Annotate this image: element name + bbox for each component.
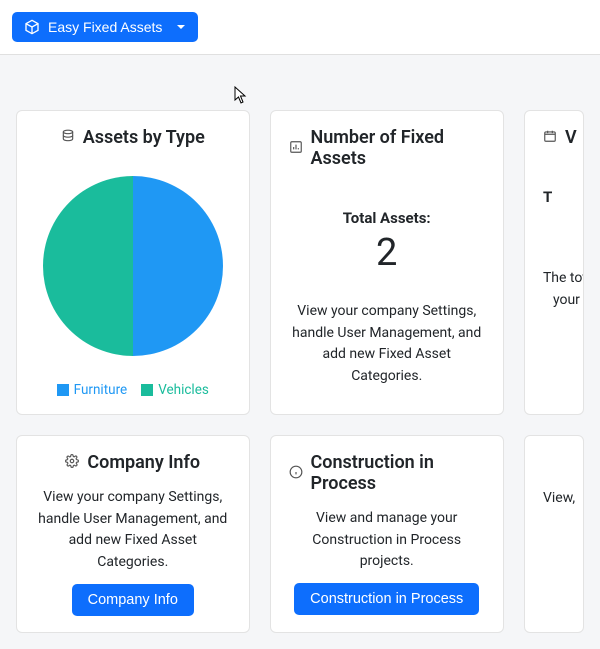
card-header: Assets by Type (35, 127, 231, 148)
brand-label: Easy Fixed Assets (48, 19, 162, 35)
total-assets-label: Total Assets: (343, 209, 431, 227)
card-title: V (565, 127, 577, 148)
gear-icon (65, 453, 79, 472)
database-icon (61, 128, 75, 147)
card-title: Construction in Process (311, 452, 485, 494)
card-description-fragment: The tota your (543, 268, 584, 311)
card-header: Construction in Process (289, 452, 485, 494)
legend-item-furniture[interactable]: Furniture (57, 382, 128, 398)
chevron-down-icon (176, 22, 186, 32)
card-header (543, 452, 583, 474)
card-description-fragment: View, (543, 488, 575, 510)
card-title: Company Info (87, 452, 200, 473)
card-value-cutoff: V T The tota your (524, 110, 584, 415)
card-header: Number of Fixed Assets (289, 127, 485, 169)
pie-chart[interactable] (43, 176, 223, 356)
topbar: Easy Fixed Assets (0, 0, 600, 55)
brand-dropdown-button[interactable]: Easy Fixed Assets (12, 12, 198, 42)
legend-label: Furniture (74, 382, 128, 398)
card-description: View and manage your Construction in Pro… (289, 508, 485, 573)
card-header: Company Info (35, 452, 231, 473)
construction-in-process-button[interactable]: Construction in Process (294, 583, 479, 615)
info-icon (289, 464, 303, 483)
dashboard-content: Assets by Type Furniture Vehicles (0, 55, 600, 649)
card-header: V (543, 127, 583, 148)
card-title: Assets by Type (83, 127, 205, 148)
card-number-fixed-assets: Number of Fixed Assets Total Assets: 2 V… (270, 110, 504, 415)
legend-item-vehicles[interactable]: Vehicles (141, 382, 209, 398)
total-label-fragment: T (543, 188, 552, 206)
card-title: Number of Fixed Assets (311, 127, 485, 169)
total-assets-value: 2 (376, 231, 397, 275)
card-description: View your company Settings, handle User … (289, 301, 485, 388)
swatch-icon (141, 384, 153, 396)
card-description: View your company Settings, handle User … (35, 487, 231, 574)
swatch-icon (57, 384, 69, 396)
cube-icon (24, 19, 40, 35)
card-construction-in-process: Construction in Process View and manage … (270, 435, 504, 633)
dashboard-row-1: Assets by Type Furniture Vehicles (16, 110, 584, 415)
chart-legend: Furniture Vehicles (57, 382, 209, 398)
dashboard-row-2: Company Info View your company Settings,… (16, 435, 584, 633)
bar-chart-icon (289, 139, 303, 158)
card-vendors-cutoff: View, (524, 435, 584, 633)
calendar-icon (543, 128, 557, 147)
card-assets-by-type: Assets by Type Furniture Vehicles (16, 110, 250, 415)
card-company-info: Company Info View your company Settings,… (16, 435, 250, 633)
legend-label: Vehicles (158, 382, 209, 398)
